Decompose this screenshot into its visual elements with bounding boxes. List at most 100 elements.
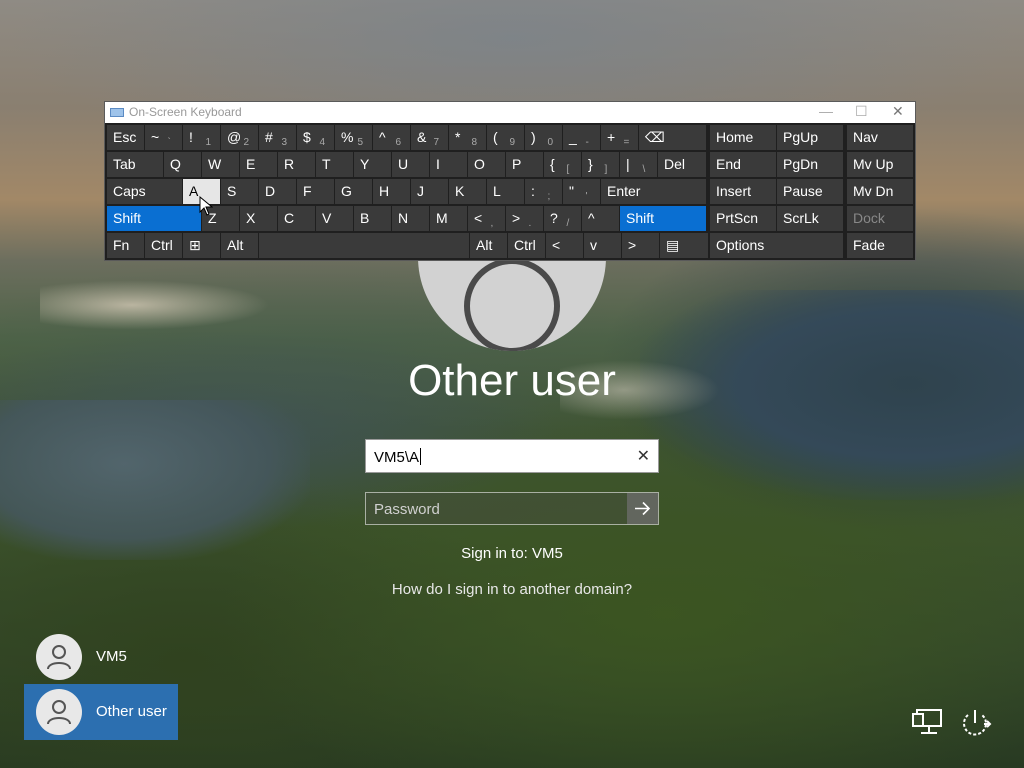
key-m-7[interactable]: M bbox=[430, 206, 467, 231]
key-rbrace-12[interactable]: }] bbox=[582, 152, 619, 177]
key-lbrace-11[interactable]: {[ bbox=[544, 152, 581, 177]
key-secondary-label: - bbox=[585, 137, 589, 148]
key-label: Alt bbox=[227, 237, 244, 253]
key-d-3[interactable]: D bbox=[259, 179, 296, 204]
domain-help-link[interactable]: How do I sign in to another domain? bbox=[0, 581, 1024, 598]
key-backspace-14[interactable]: ⌫ bbox=[639, 125, 706, 150]
osk-title-bar[interactable]: On-Screen Keyboard — ☐ ✕ bbox=[105, 102, 915, 123]
key-u-7[interactable]: U bbox=[392, 152, 429, 177]
key-pgup-1[interactable]: PgUp bbox=[777, 125, 843, 150]
key-h-6[interactable]: H bbox=[373, 179, 410, 204]
key-greater-9[interactable]: > bbox=[622, 233, 659, 258]
key-label: < bbox=[474, 210, 483, 226]
key-hash-4[interactable]: #3 bbox=[259, 125, 296, 150]
key-y-6[interactable]: Y bbox=[354, 152, 391, 177]
key-star-9[interactable]: * 8 bbox=[449, 125, 486, 150]
key-label: Mv Dn bbox=[853, 183, 894, 199]
key-lparen-10[interactable]: (9 bbox=[487, 125, 524, 150]
key-dollar-5[interactable]: $4 bbox=[297, 125, 334, 150]
key-insert-6[interactable]: Insert bbox=[710, 179, 776, 204]
network-icon[interactable] bbox=[912, 708, 944, 741]
key-s-2[interactable]: S bbox=[221, 179, 258, 204]
key-esc-0[interactable]: Esc bbox=[107, 125, 144, 150]
key-pgdn-4[interactable]: PgDn bbox=[777, 152, 843, 177]
key-enter-12[interactable]: Enter bbox=[601, 179, 706, 204]
key-caps-0[interactable]: Caps bbox=[107, 179, 182, 204]
key-pause-7[interactable]: Pause bbox=[777, 179, 843, 204]
key-j-7[interactable]: J bbox=[411, 179, 448, 204]
key-question-10[interactable]: ? / bbox=[544, 206, 581, 231]
key-shift-0[interactable]: Shift bbox=[107, 206, 201, 231]
key-p-10[interactable]: P bbox=[506, 152, 543, 177]
key-mv-dn-8[interactable]: Mv Dn bbox=[847, 179, 913, 204]
key-shift-12[interactable]: Shift bbox=[620, 206, 706, 231]
key-v-4[interactable]: V bbox=[316, 206, 353, 231]
key-underscore-12[interactable]: _ - bbox=[563, 125, 600, 150]
key-at-3[interactable]: @2 bbox=[221, 125, 258, 150]
key-g-5[interactable]: G bbox=[335, 179, 372, 204]
key-tilde-1[interactable]: ~ ` bbox=[145, 125, 182, 150]
key-k-8[interactable]: K bbox=[449, 179, 486, 204]
key-o-9[interactable]: O bbox=[468, 152, 505, 177]
maximize-button[interactable]: ☐ bbox=[855, 103, 868, 120]
key-caret-7[interactable]: ^ 6 bbox=[373, 125, 410, 150]
key-dock-11[interactable]: Dock bbox=[847, 206, 913, 231]
key-menu-10[interactable]: ▤ bbox=[660, 233, 708, 258]
key-end-3[interactable]: End bbox=[710, 152, 776, 177]
key-n-6[interactable]: N bbox=[392, 206, 429, 231]
key-tab-0[interactable]: Tab bbox=[107, 152, 163, 177]
username-input[interactable]: VM5\A ✕ bbox=[365, 439, 659, 473]
key-t-5[interactable]: T bbox=[316, 152, 353, 177]
key-greater-9[interactable]: >. bbox=[506, 206, 543, 231]
key-exclam-2[interactable]: ! 1 bbox=[183, 125, 220, 150]
key-options-12[interactable]: Options bbox=[710, 233, 843, 258]
key-alt-3[interactable]: Alt bbox=[221, 233, 258, 258]
user-tile-other-user[interactable]: Other user bbox=[24, 684, 178, 740]
key-label: { bbox=[550, 156, 555, 172]
key-less-7[interactable]: < bbox=[546, 233, 583, 258]
key-quote-11[interactable]: " ' bbox=[563, 179, 600, 204]
minimize-button[interactable]: — bbox=[819, 103, 833, 119]
key-f-4[interactable]: F bbox=[297, 179, 334, 204]
key-c-3[interactable]: C bbox=[278, 206, 315, 231]
key-label: Shift bbox=[113, 210, 142, 226]
key-colon-10[interactable]: :; bbox=[525, 179, 562, 204]
key-q-1[interactable]: Q bbox=[164, 152, 201, 177]
key-del-14[interactable]: Del bbox=[658, 152, 706, 177]
power-icon[interactable] bbox=[958, 708, 992, 743]
key-ctrl-1[interactable]: Ctrl bbox=[145, 233, 182, 258]
key-mv-up-5[interactable]: Mv Up bbox=[847, 152, 913, 177]
key-nav-2[interactable]: Nav bbox=[847, 125, 913, 150]
key-label: Nav bbox=[853, 129, 878, 145]
key-scrlk-10[interactable]: ScrLk bbox=[777, 206, 843, 231]
key-x-2[interactable]: X bbox=[240, 206, 277, 231]
key-r-4[interactable]: R bbox=[278, 152, 315, 177]
submit-button[interactable] bbox=[627, 493, 658, 524]
user-tile-vm5[interactable]: VM5 bbox=[24, 629, 178, 685]
key-rparen-11[interactable]: ) 0 bbox=[525, 125, 562, 150]
key-l-9[interactable]: L bbox=[487, 179, 524, 204]
key-plus-13[interactable]: + = bbox=[601, 125, 638, 150]
key-w-2[interactable]: W bbox=[202, 152, 239, 177]
key-home-0[interactable]: Home bbox=[710, 125, 776, 150]
key-less-8[interactable]: <, bbox=[468, 206, 505, 231]
key-v-8[interactable]: v bbox=[584, 233, 621, 258]
key-alt-5[interactable]: Alt bbox=[470, 233, 507, 258]
password-field[interactable]: Password bbox=[365, 492, 659, 525]
key-percent-6[interactable]: % 5 bbox=[335, 125, 372, 150]
key-prtscn-9[interactable]: PrtScn bbox=[710, 206, 776, 231]
key-caret-11[interactable]: ^ bbox=[582, 206, 619, 231]
key-fn-0[interactable]: Fn bbox=[107, 233, 144, 258]
key-ctrl-6[interactable]: Ctrl bbox=[508, 233, 545, 258]
key-b-5[interactable]: B bbox=[354, 206, 391, 231]
key-pipe-13[interactable]: | \ bbox=[620, 152, 657, 177]
key-label: G bbox=[341, 183, 352, 199]
key-windows-2[interactable]: ⊞ bbox=[183, 233, 220, 258]
key-i-8[interactable]: I bbox=[430, 152, 467, 177]
key-e-3[interactable]: E bbox=[240, 152, 277, 177]
clear-icon[interactable]: ✕ bbox=[637, 446, 650, 466]
key-space-4[interactable] bbox=[259, 233, 469, 258]
close-button[interactable]: ✕ bbox=[892, 103, 904, 120]
key-fade-13[interactable]: Fade bbox=[847, 233, 913, 258]
key-amp-8[interactable]: & 7 bbox=[411, 125, 448, 150]
